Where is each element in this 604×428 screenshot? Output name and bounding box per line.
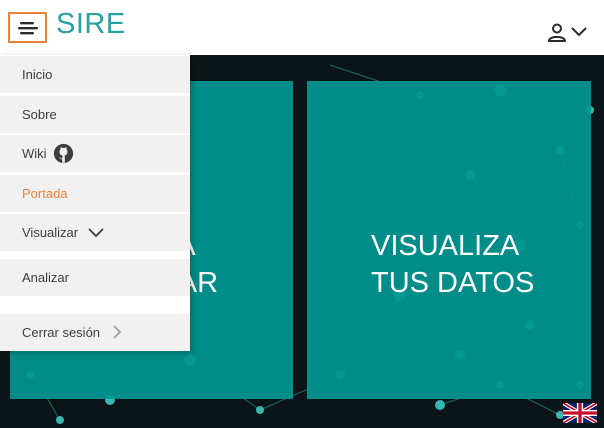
chevron-right-icon <box>113 325 122 339</box>
visualize-tile[interactable]: VISUALIZA TUS DATOS <box>307 81 591 399</box>
hamburger-menu-button[interactable] <box>8 12 47 43</box>
menu-item-sobre[interactable]: Sobre <box>0 96 190 133</box>
menu-item-inicio[interactable]: Inicio <box>0 56 190 93</box>
menu-item-label: Analizar <box>22 270 69 285</box>
menu-item-label: Inicio <box>22 67 53 82</box>
menu-item-cerrar-sesion[interactable]: Cerrar sesión <box>0 314 190 351</box>
visualize-tile-title: VISUALIZA TUS DATOS <box>371 228 534 302</box>
menu-item-visualizar[interactable]: Visualizar <box>0 214 190 251</box>
chevron-down-icon <box>571 27 587 37</box>
github-icon <box>53 143 74 164</box>
visualize-tile-line2: TUS DATOS <box>371 267 535 299</box>
side-navigation-menu: Inicio Sobre Wiki Portada Visualizar Ana… <box>0 55 190 351</box>
user-icon <box>548 23 566 42</box>
top-bar: SIRE <box>0 0 604 55</box>
visualize-tile-line1: VISUALIZA <box>371 230 520 262</box>
menu-item-analizar[interactable]: Analizar <box>0 259 190 296</box>
menu-item-label: Wiki <box>22 146 47 161</box>
hamburger-menu-icon <box>18 22 38 35</box>
menu-item-label: Visualizar <box>22 225 79 240</box>
menu-item-wiki[interactable]: Wiki <box>0 135 190 172</box>
brand-logo[interactable]: SIRE <box>56 8 126 41</box>
menu-item-label: Sobre <box>22 107 57 122</box>
user-menu-button[interactable] <box>547 22 591 46</box>
uk-flag-icon[interactable] <box>563 403 597 423</box>
menu-item-label: Portada <box>22 186 68 201</box>
chevron-down-icon <box>88 228 104 238</box>
menu-item-portada[interactable]: Portada <box>0 175 190 212</box>
menu-item-label: Cerrar sesión <box>22 325 101 340</box>
